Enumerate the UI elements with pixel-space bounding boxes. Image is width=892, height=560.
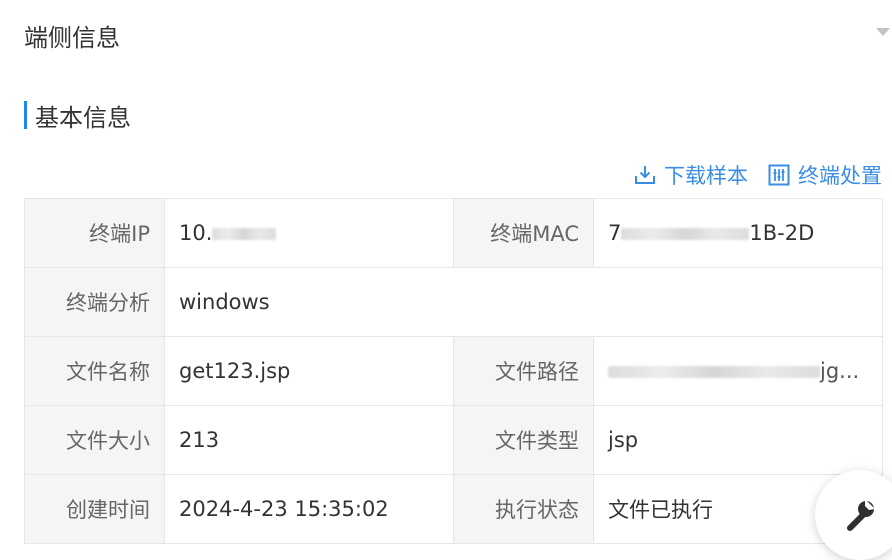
download-sample-label: 下载样本 (664, 164, 748, 188)
download-sample-button[interactable]: 下载样本 (634, 160, 748, 190)
tools-float-button[interactable] (815, 470, 892, 560)
table-row: 文件大小 213 文件类型 jsp (24, 405, 883, 475)
table-row: 创建时间 2024-4-23 15:35:02 执行状态 文件已执行 (24, 474, 883, 544)
created-time-label: 创建时间 (24, 474, 165, 544)
terminal-ip-visible: 10. (179, 221, 213, 245)
redacted-block (608, 366, 820, 378)
redacted-block (212, 228, 277, 240)
terminal-mac-suffix: 1B-2D (749, 221, 815, 245)
terminal-handle-icon (768, 164, 790, 186)
terminal-ip-value: 10. (164, 198, 454, 268)
file-name-label: 文件名称 (24, 336, 165, 406)
download-icon (635, 166, 655, 184)
section-header: 基本信息 (24, 101, 131, 132)
section-accent-bar (24, 101, 27, 129)
exec-status-label: 执行状态 (453, 474, 594, 544)
action-bar: 下载样本 终端处置 (634, 160, 882, 190)
file-type-label: 文件类型 (453, 405, 594, 475)
panel-title[interactable]: 端侧信息 (24, 18, 120, 53)
file-size-value: 213 (164, 405, 454, 475)
file-type-value: jsp (593, 405, 883, 475)
terminal-handle-button[interactable]: 终端处置 (768, 160, 882, 190)
info-table: 终端IP 10. 终端MAC 7 1B-2D 终端分析 windows 文件名称 … (24, 198, 883, 544)
terminal-ip-label: 终端IP (24, 198, 165, 268)
table-row: 终端分析 windows (24, 267, 883, 337)
terminal-mac-label: 终端MAC (453, 198, 594, 268)
section-title: 基本信息 (35, 103, 131, 132)
file-name-value: get123.jsp (164, 336, 454, 406)
redacted-block (621, 228, 750, 240)
file-path-value: jg... (593, 336, 883, 406)
file-size-label: 文件大小 (24, 405, 165, 475)
terminal-mac-prefix: 7 (608, 221, 622, 245)
terminal-mac-value: 7 1B-2D (593, 198, 883, 268)
terminal-handle-label: 终端处置 (798, 164, 882, 188)
file-path-suffix: jg... (820, 359, 860, 383)
created-time-value: 2024-4-23 15:35:02 (164, 474, 454, 544)
terminal-analysis-value: windows (164, 267, 883, 337)
table-row: 终端IP 10. 终端MAC 7 1B-2D (24, 198, 883, 268)
chevron-down-icon[interactable] (876, 28, 890, 36)
table-row: 文件名称 get123.jsp 文件路径 jg... (24, 336, 883, 406)
terminal-analysis-label: 终端分析 (24, 267, 165, 337)
file-path-label: 文件路径 (453, 336, 594, 406)
wrench-icon (847, 499, 875, 531)
